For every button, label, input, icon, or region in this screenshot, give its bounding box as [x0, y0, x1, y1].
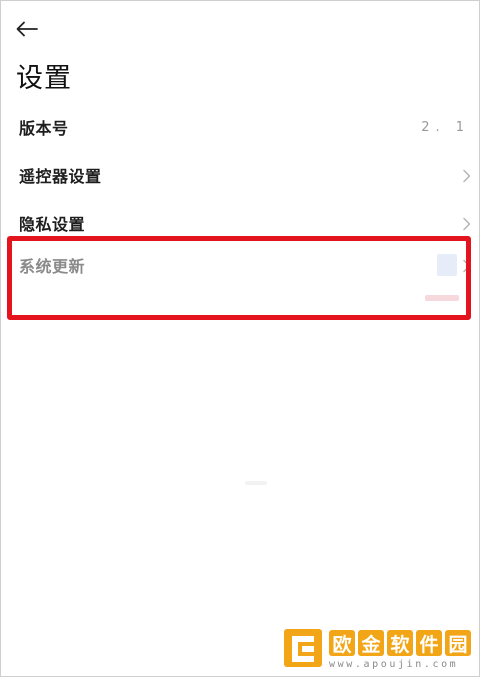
watermark-logo-icon [283, 626, 323, 670]
watermark-url: www.apoujin.com [329, 659, 459, 670]
watermark-char: 金 [358, 630, 384, 656]
version-value: 2. 1 [421, 119, 470, 135]
screenshot-frame [0, 0, 480, 677]
chevron-right-icon [462, 168, 472, 183]
watermark-char: 园 [445, 630, 471, 656]
settings-item-remote-control[interactable]: 遥控器设置 [0, 155, 480, 195]
blurred-artifact [245, 481, 267, 485]
settings-item-label: 遥控器设置 [19, 167, 102, 186]
settings-item-label: 版本号 [19, 119, 69, 138]
back-button[interactable] [12, 16, 42, 42]
watermark-char: 件 [416, 630, 442, 656]
watermark-char: 欧 [329, 630, 355, 656]
arrow-left-icon [16, 21, 38, 37]
watermark-char: 软 [387, 630, 413, 656]
watermark: 欧 金 软 件 园 www.apoujin.com [283, 626, 475, 674]
settings-item-version[interactable]: 版本号 2. 1 [0, 107, 480, 147]
watermark-brand: 欧 金 软 件 园 [329, 630, 471, 656]
chevron-right-icon [462, 216, 472, 231]
settings-item-label: 隐私设置 [19, 215, 86, 234]
page-title: 设置 [16, 63, 72, 94]
highlight-annotation-box [7, 236, 471, 320]
watermark-text: 欧 金 软 件 园 www.apoujin.com [329, 626, 471, 670]
